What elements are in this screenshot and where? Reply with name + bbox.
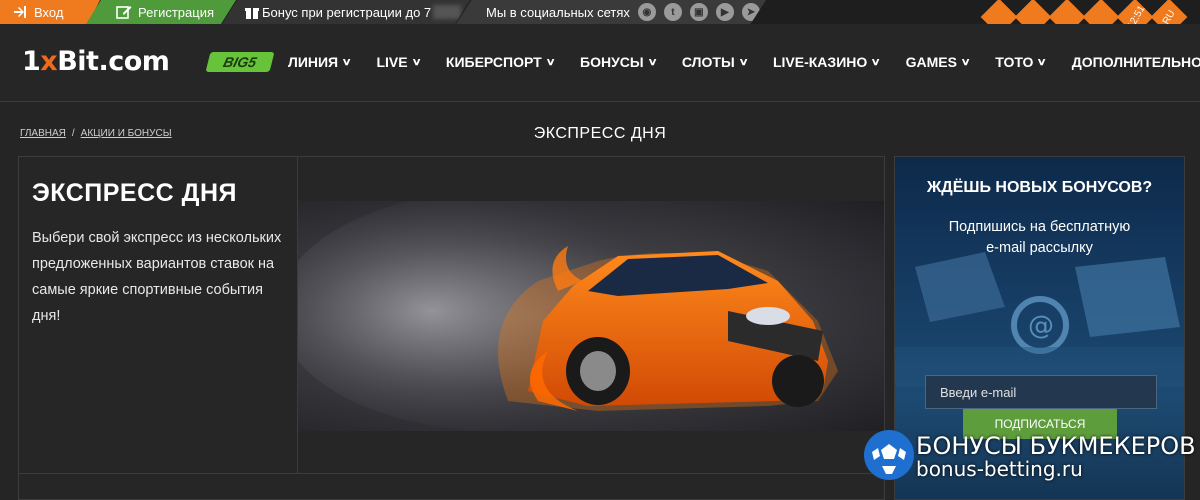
nav-item-bonuses[interactable]: БОНУСЫ ∨ bbox=[580, 54, 658, 70]
nav-label: БОНУСЫ bbox=[580, 54, 644, 70]
nav-item-slots[interactable]: СЛОТЫ ∨ bbox=[681, 54, 749, 70]
nav-item-esports[interactable]: КИБЕРСПОРТ ∨ bbox=[445, 54, 556, 70]
nav-item-line[interactable]: ЛИНИЯ ∨ bbox=[288, 54, 352, 70]
chat-icon[interactable]: ◉ bbox=[637, 3, 656, 21]
youtube-icon[interactable]: ▶ bbox=[715, 3, 734, 21]
subscribe-subtitle-line1: Подпишись на бесплатную bbox=[948, 219, 1131, 235]
telegram-icon[interactable]: ➤ bbox=[741, 3, 760, 21]
card-divider bbox=[19, 473, 884, 474]
register-button[interactable]: Регистрация bbox=[86, 0, 236, 24]
subscribe-subtitle-line2: e-mail рассылку bbox=[986, 240, 1093, 256]
email-field[interactable] bbox=[925, 375, 1157, 409]
svg-text:@: @ bbox=[1028, 311, 1054, 341]
watermark-url: bonus-betting.ru bbox=[916, 457, 1083, 481]
big5-badge: BIG5 bbox=[205, 52, 275, 72]
subscribe-title: ЖДЁШЬ НОВЫХ БОНУСОВ? bbox=[926, 179, 1153, 196]
nav-item-more[interactable]: ДОПОЛНИТЕЛЬНО∨ bbox=[1072, 54, 1200, 70]
nav-label: ДОПОЛНИТЕЛЬНО bbox=[1071, 54, 1200, 70]
badge-text: BIG5 bbox=[221, 54, 259, 70]
logo-suffix: Bit.com bbox=[57, 46, 170, 77]
chevron-down-icon: ∨ bbox=[411, 56, 422, 68]
nav-label: GAMES bbox=[905, 54, 957, 70]
watermark: БОНУСЫ БУКМЕКЕРОВ bonus-betting.ru bbox=[864, 430, 1200, 490]
nav-item-games[interactable]: GAMES ∨ bbox=[905, 54, 971, 70]
nav-label: СЛОТЫ bbox=[681, 54, 735, 70]
login-button[interactable]: Вход bbox=[0, 0, 100, 24]
promo-description: Выбери свой экспресс из нескольких предл… bbox=[32, 230, 282, 324]
car-illustration bbox=[298, 201, 838, 431]
site-logo[interactable]: 1xBit.com bbox=[22, 46, 170, 77]
bonus-banner[interactable]: Бонус при регистрации до 7 bbox=[222, 0, 470, 24]
logo-x: x bbox=[40, 46, 58, 77]
edit-icon bbox=[116, 6, 132, 19]
chevron-down-icon: ∨ bbox=[341, 56, 352, 68]
nav-label: LIVE bbox=[376, 54, 408, 70]
nav-item-live[interactable]: LIVE ∨ bbox=[376, 54, 422, 70]
bonus-text: Бонус при регистрации до 7 bbox=[262, 4, 432, 20]
gift-icon bbox=[245, 8, 259, 19]
nav-label: ТОТО bbox=[995, 54, 1034, 70]
social-links: Мы в социальных сетях ◉ t ▣ ▶ ➤ bbox=[456, 0, 766, 24]
chevron-down-icon: ∨ bbox=[738, 56, 749, 68]
promo-banner-image bbox=[298, 201, 884, 431]
soccer-ball-icon bbox=[864, 430, 914, 480]
instagram-icon[interactable]: ▣ bbox=[689, 3, 708, 21]
logo-prefix: 1 bbox=[22, 46, 41, 77]
social-text: Мы в социальных сетях bbox=[486, 4, 630, 20]
login-icon bbox=[14, 6, 26, 18]
chevron-down-icon: ∨ bbox=[545, 56, 556, 68]
watermark-title: БОНУСЫ БУКМЕКЕРОВ bbox=[916, 432, 1196, 460]
nav-item-live-casino[interactable]: LIVE-КАЗИНО ∨ bbox=[772, 54, 882, 70]
chevron-down-icon: ∨ bbox=[1036, 56, 1048, 68]
nav-item-toto[interactable]: ТОТО ∨ bbox=[995, 54, 1048, 70]
chevron-down-icon: ∨ bbox=[647, 56, 658, 68]
subscribe-subtitle: Подпишись на бесплатную e-mail рассылку bbox=[895, 217, 1184, 259]
nav-label: LIVE-КАЗИНО bbox=[772, 54, 868, 70]
page-title: ЭКСПРЕСС ДНЯ bbox=[533, 125, 667, 142]
blurred-amount bbox=[433, 5, 462, 19]
nav-label: ЛИНИЯ bbox=[288, 54, 339, 70]
nav-label: КИБЕРСПОРТ bbox=[445, 54, 542, 70]
promo-text-panel: ЭКСПРЕСС ДНЯ Выбери свой экспресс из нес… bbox=[19, 157, 298, 473]
main-nav: ЛИНИЯ ∨ LIVE ∨ КИБЕРСПОРТ ∨ БОНУСЫ ∨ СЛОТЫ ∨ … bbox=[288, 54, 1200, 70]
promo-card: ЭКСПРЕСС ДНЯ Выбери свой экспресс из нес… bbox=[18, 156, 885, 500]
promo-title: ЭКСПРЕСС ДНЯ bbox=[32, 179, 237, 207]
chevron-down-icon: ∨ bbox=[870, 56, 882, 68]
main-header: 1xBit.com BIG5 ЛИНИЯ ∨ LIVE ∨ КИБЕРСПОРТ ∨ … bbox=[0, 24, 1200, 102]
chevron-down-icon: ∨ bbox=[960, 56, 971, 68]
twitter-icon[interactable]: t bbox=[663, 3, 682, 21]
register-label: Регистрация bbox=[138, 4, 214, 20]
login-label: Вход bbox=[34, 4, 64, 20]
